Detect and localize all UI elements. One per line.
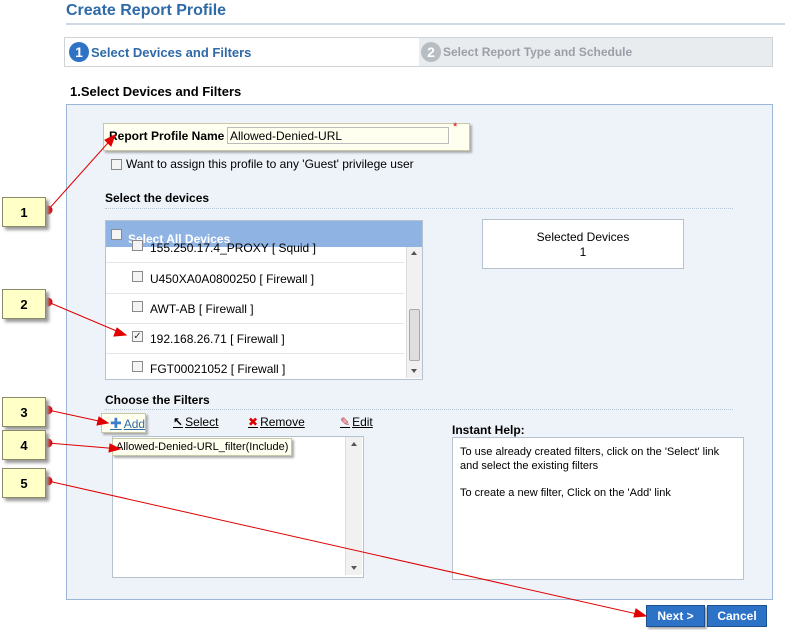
scroll-up-icon[interactable]	[351, 442, 357, 446]
filter-list-scrollbar[interactable]	[345, 437, 362, 575]
instant-help-text-add: To create a new filter, Click on the 'Ad…	[460, 487, 671, 499]
selected-devices-title: Selected Devices	[536, 230, 630, 244]
filter-list	[112, 436, 364, 578]
devices-heading: Select the devices	[105, 191, 210, 205]
device-checkbox-checked[interactable]: ✓	[132, 331, 143, 342]
remove-filter-button[interactable]: ✖ Remove	[248, 415, 305, 429]
instant-help-title: Instant Help:	[452, 423, 525, 437]
step-1-label: Select Devices and Filters	[91, 44, 252, 60]
title-divider	[66, 23, 785, 25]
guest-privilege-label: Want to assign this profile to any 'Gues…	[126, 157, 414, 171]
filter-item[interactable]: Allowed-Denied-URL_filter(Include)	[112, 438, 292, 456]
filters-heading: Choose the Filters	[105, 393, 210, 407]
scroll-up-icon[interactable]	[411, 251, 417, 255]
report-profile-name-label: Report Profile Name	[109, 129, 225, 143]
device-row[interactable]: ✓ 192.168.26.71 [ Firewall ]	[106, 323, 404, 354]
wizard-step-2[interactable]: 2 Select Report Type and Schedule	[417, 38, 632, 66]
required-mark: *	[453, 121, 458, 133]
callout-5: 5	[2, 468, 46, 498]
filters-divider	[105, 409, 733, 410]
step-2-label: Select Report Type and Schedule	[443, 45, 633, 59]
instant-help-text-select: To use already created filters, click on…	[460, 446, 720, 472]
callout-1: 1	[2, 197, 46, 227]
add-filter-button[interactable]: ✚ Add	[110, 415, 145, 432]
device-checkbox[interactable]	[132, 361, 143, 372]
edit-filter-button[interactable]: ✎ Edit	[340, 415, 373, 429]
device-checkbox[interactable]	[132, 301, 143, 312]
wizard-steps: 1 Select Devices and Filters 2 Select Re…	[64, 37, 773, 67]
guest-privilege-checkbox[interactable]	[111, 159, 122, 170]
selected-devices-count: 1	[579, 245, 587, 259]
page-title: Create Report Profile	[66, 2, 227, 19]
instant-help-box: To use already created filters, click on…	[452, 437, 744, 580]
device-label: 155.250.17.4_PROXY [ Squid ]	[150, 241, 316, 255]
arrowhead-5	[633, 608, 648, 618]
step-number-1: 1	[69, 42, 89, 62]
scroll-down-icon[interactable]	[351, 566, 357, 570]
device-list-scroll-thumb[interactable]	[409, 309, 420, 361]
device-label: U450XA0A0800250 [ Firewall ]	[150, 272, 315, 286]
report-profile-name-input[interactable]	[227, 127, 449, 144]
cursor-icon: ↖	[173, 415, 184, 429]
next-button[interactable]: Next >	[646, 605, 705, 627]
cancel-button[interactable]: Cancel	[707, 605, 767, 627]
callout-4: 4	[2, 430, 46, 460]
wizard-step-1[interactable]: 1 Select Devices and Filters	[65, 38, 419, 66]
device-checkbox[interactable]	[132, 240, 143, 251]
device-list: Select All Devices 155.250.17.4_PROXY [ …	[105, 220, 423, 380]
callout-2: 2	[2, 289, 46, 319]
device-row[interactable]: U450XA0A0800250 [ Firewall ]	[106, 263, 404, 294]
select-filter-label: Select	[185, 415, 219, 429]
section-title: 1.Select Devices and Filters	[70, 84, 242, 99]
step-number-2: 2	[421, 42, 441, 62]
selected-devices-box: Selected Devices 1	[482, 219, 684, 269]
edit-filter-label: Edit	[352, 415, 373, 429]
device-label: AWT-AB [ Firewall ]	[150, 302, 254, 316]
devices-divider	[105, 208, 733, 209]
device-row[interactable]: AWT-AB [ Firewall ]	[106, 293, 404, 324]
edit-icon: ✎	[340, 415, 351, 429]
remove-filter-label: Remove	[260, 415, 305, 429]
select-filter-button[interactable]: ↖ Select	[173, 415, 218, 429]
device-label: FGT00021052 [ Firewall ]	[150, 362, 286, 376]
plus-icon: ✚	[110, 415, 122, 431]
device-row[interactable]: FGT00021052 [ Firewall ]	[106, 353, 404, 379]
device-checkbox[interactable]	[132, 271, 143, 282]
scroll-down-icon[interactable]	[411, 369, 417, 373]
device-row[interactable]: 155.250.17.4_PROXY [ Squid ]	[106, 232, 404, 263]
callout-3: 3	[2, 397, 46, 427]
device-label: 192.168.26.71 [ Firewall ]	[150, 332, 285, 346]
add-filter-label: Add	[123, 416, 146, 431]
remove-icon: ✖	[248, 415, 259, 429]
